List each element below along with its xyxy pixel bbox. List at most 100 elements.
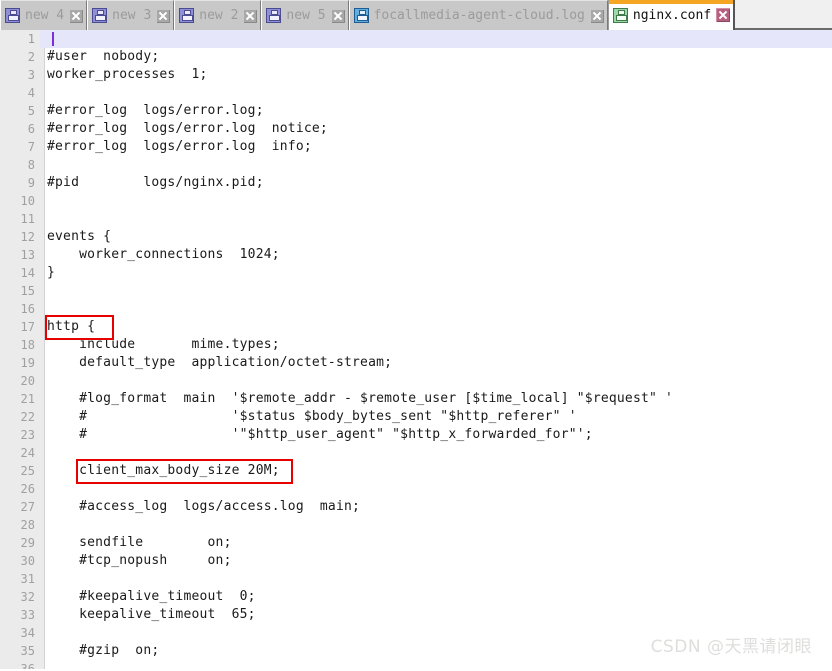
text-caret [52,32,54,46]
line-number: 20 [20,374,35,388]
line-number: 26 [20,482,35,496]
code-line-9[interactable]: 9 #pid logs/nginx.pid; [0,174,832,192]
code-line-18[interactable]: 18 include mime.types; [0,336,832,354]
close-icon[interactable] [589,8,604,23]
line-number: 36 [20,662,35,669]
code-line-15[interactable]: 15 [0,282,832,300]
code-line-23[interactable]: 23 # '"$http_user_agent" "$http_x_forwar… [0,426,832,444]
line-number: 17 [20,320,35,334]
line-number: 23 [20,428,35,442]
code-line-4[interactable]: 4 [0,84,832,102]
code-line-27[interactable]: 27 #access_log logs/access.log main; [0,498,832,516]
code-text: events { [47,229,112,244]
tab-new-3[interactable]: new 3 [87,0,175,30]
close-icon[interactable] [716,8,731,22]
line-number: 2 [27,50,35,64]
line-number: 25 [20,464,35,478]
code-line-2[interactable]: 2 #user nobody; [0,48,832,66]
code-line-22[interactable]: 22 # '$status $body_bytes_sent "$http_re… [0,408,832,426]
code-line-30[interactable]: 30 #tcp_nopush on; [0,552,832,570]
code-line-31[interactable]: 31 [0,570,832,588]
code-text: http { [47,319,96,334]
line-number: 8 [27,158,35,172]
line-number: 1 [27,32,35,46]
line-number: 24 [20,446,35,460]
tab-label: new 5 [286,8,326,23]
line-number: 28 [20,518,35,532]
tab-label: nginx.conf [632,7,712,23]
code-line-29[interactable]: 29 sendfile on; [0,534,832,552]
code-editor[interactable]: 1 2 #user nobody; 3 worker_processes 1; 4 5 #er… [0,30,832,669]
close-icon[interactable] [156,8,171,23]
close-icon[interactable] [243,8,258,23]
floppy-disk-icon [612,7,628,23]
close-icon[interactable] [330,8,345,23]
code-line-26[interactable]: 26 [0,480,832,498]
code-line-10[interactable]: 10 [0,192,832,210]
tab-focallmedia-agent-cloud-log[interactable]: focallmedia-agent-cloud.log [348,0,608,30]
code-text: include mime.types; [47,337,280,352]
code-line-28[interactable]: 28 [0,516,832,534]
code-line-7[interactable]: 7 #error_log logs/error.log info; [0,138,832,156]
code-line-25[interactable]: 25 client_max_body_size 20M; [0,462,832,480]
line-number: 6 [27,122,35,136]
line-number: 9 [27,176,35,190]
code-line-21[interactable]: 21 #log_format main '$remote_addr - $rem… [0,390,832,408]
code-line-13[interactable]: 13 worker_connections 1024; [0,246,832,264]
line-number: 7 [27,140,35,154]
code-line-36[interactable]: 36 [0,660,832,669]
code-line-6[interactable]: 6 #error_log logs/error.log notice; [0,120,832,138]
code-text: # '"$http_user_agent" "$http_x_forwarded… [47,427,593,442]
code-line-19[interactable]: 19 default_type application/octet-stream… [0,354,832,372]
code-line-8[interactable]: 8 [0,156,832,174]
code-text: #pid logs/nginx.pid; [47,175,264,190]
code-line-11[interactable]: 11 [0,210,832,228]
code-text: #error_log logs/error.log; [47,103,264,118]
floppy-disk-icon [92,8,108,23]
code-text: #keepalive_timeout 0; [47,589,256,604]
code-line-24[interactable]: 24 [0,444,832,462]
code-line-16[interactable]: 16 [0,300,832,318]
code-line-17[interactable]: 17 http { [0,318,832,336]
code-line-5[interactable]: 5 #error_log logs/error.log; [0,102,832,120]
line-number: 11 [20,212,35,226]
line-number: 34 [20,626,35,640]
floppy-disk-icon [353,8,369,23]
code-line-33[interactable]: 33 keepalive_timeout 65; [0,606,832,624]
code-text: #error_log logs/error.log notice; [47,121,328,136]
line-number: 31 [20,572,35,586]
line-number: 33 [20,608,35,622]
line-number: 21 [20,392,35,406]
line-number: 10 [20,194,35,208]
line-number: 14 [20,266,35,280]
code-line-12[interactable]: 12 events { [0,228,832,246]
code-line-3[interactable]: 3 worker_processes 1; [0,66,832,84]
code-text: # '$status $body_bytes_sent "$http_refer… [47,409,577,424]
code-text: #error_log logs/error.log info; [47,139,312,154]
code-line-14[interactable]: 14} [0,264,832,282]
floppy-disk-icon [179,8,195,23]
tab-new-5[interactable]: new 5 [261,0,349,30]
tab-new-4[interactable]: new 4 [0,0,88,30]
close-icon[interactable] [69,8,84,23]
watermark-text: CSDN @天黑请闭眼 [650,637,812,657]
code-line-32[interactable]: 32 #keepalive_timeout 0; [0,588,832,606]
code-lines: 1 2 #user nobody; 3 worker_processes 1; 4 5 #er… [0,30,832,669]
code-line-1[interactable]: 1 [0,30,832,48]
tab-nginx-conf[interactable]: nginx.conf [607,0,736,30]
code-text: worker_processes 1; [47,67,208,82]
floppy-disk-icon [5,8,20,23]
code-line-20[interactable]: 20 [0,372,832,390]
tab-new-2[interactable]: new 2 [174,0,262,30]
line-number: 30 [20,554,35,568]
